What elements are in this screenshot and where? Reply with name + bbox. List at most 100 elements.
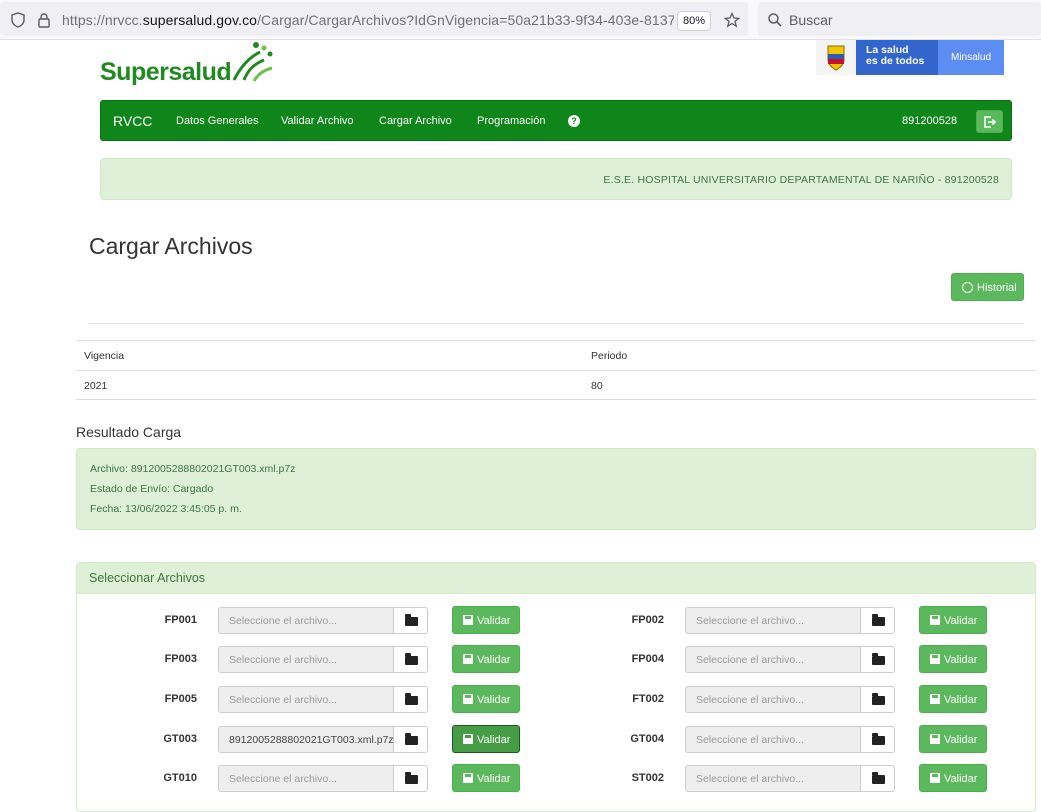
validar-button-gt004[interactable]: Validar [919, 725, 987, 753]
file-input-ft002[interactable]: Seleccione el archivo... [685, 686, 861, 713]
validar-button-gt010[interactable]: Validar [452, 764, 520, 792]
divider [89, 323, 1024, 324]
save-icon [463, 734, 473, 744]
result-alert: Archivo: 8912005288802021GT003.xml.p7z E… [76, 448, 1036, 530]
file-input-gt010[interactable]: Seleccione el archivo... [218, 765, 394, 792]
table-header-vigencia: Vigencia [84, 350, 125, 362]
file-input-gt003[interactable]: 8912005288802021GT003.xml.p7z [218, 726, 394, 753]
nav-item-datos-generales[interactable]: Datos Generales [176, 115, 259, 127]
browse-button-fp005[interactable] [393, 686, 428, 713]
logout-button[interactable] [976, 110, 1003, 133]
validar-label: Validar [477, 615, 511, 627]
table-cell-periodo: 80 [591, 380, 603, 392]
validar-label: Validar [944, 654, 978, 666]
file-label-fp003: FP003 [164, 653, 197, 665]
validar-label: Validar [944, 773, 978, 785]
panel-header: Seleccionar Archivos [77, 563, 1035, 594]
validar-button-fp005[interactable]: Validar [452, 685, 520, 713]
address-bar[interactable]: https://nrvcc.supersalud.gov.co/Cargar/C… [0, 2, 748, 36]
result-archivo: Archivo: 8912005288802021GT003.xml.p7z [90, 463, 296, 475]
validar-button-gt003[interactable]: Validar [452, 725, 520, 753]
nav-item-cargar-archivo[interactable]: Cargar Archivo [379, 115, 452, 127]
folder-open-icon [405, 693, 418, 705]
browse-button-fp001[interactable] [393, 607, 428, 634]
file-label-gt003: GT003 [163, 733, 197, 745]
lock-icon[interactable] [36, 12, 52, 28]
help-icon[interactable]: ? [568, 115, 580, 127]
save-icon [463, 773, 473, 783]
page-title: Cargar Archivos [89, 233, 253, 259]
validar-label: Validar [477, 654, 511, 666]
folder-open-icon [872, 772, 885, 784]
file-label-ft002: FT002 [632, 693, 664, 705]
validar-button-ft002[interactable]: Validar [919, 685, 987, 713]
file-input-fp004[interactable]: Seleccione el archivo... [685, 646, 861, 673]
browse-button-st002[interactable] [860, 765, 895, 792]
file-label-gt010: GT010 [163, 772, 197, 784]
browse-button-fp004[interactable] [860, 646, 895, 673]
validar-button-st002[interactable]: Validar [919, 764, 987, 792]
save-icon [930, 773, 940, 783]
folder-open-icon [405, 614, 418, 626]
folder-open-icon [872, 733, 885, 745]
file-label-fp004: FP004 [631, 653, 664, 665]
logout-icon [984, 116, 996, 128]
gov-co-banner[interactable]: La salud es de todos Minsalud [816, 40, 1004, 75]
folder-open-icon [405, 772, 418, 784]
browse-button-fp003[interactable] [393, 646, 428, 673]
validar-label: Validar [477, 734, 511, 746]
url-text[interactable]: https://nrvcc.supersalud.gov.co/Cargar/C… [62, 12, 674, 28]
table-cell-vigencia: 2021 [84, 380, 108, 392]
historial-label: Historial [977, 282, 1017, 294]
browse-button-fp002[interactable] [860, 607, 895, 634]
entity-alert: E.S.E. HOSPITAL UNIVERSITARIO DEPARTAMEN… [100, 158, 1012, 200]
star-icon[interactable] [724, 12, 740, 28]
browse-button-gt004[interactable] [860, 726, 895, 753]
search-icon [768, 13, 782, 27]
validar-button-fp002[interactable]: Validar [919, 606, 987, 634]
validar-button-fp003[interactable]: Validar [452, 645, 520, 673]
browser-toolbar: https://nrvcc.supersalud.gov.co/Cargar/C… [0, 0, 1041, 40]
nav-brand[interactable]: RVCC [113, 113, 152, 129]
save-icon [463, 654, 473, 664]
logo-leaf-icon [232, 42, 273, 82]
file-label-fp005: FP005 [164, 693, 197, 705]
file-label-gt004: GT004 [630, 733, 664, 745]
validar-label: Validar [477, 694, 511, 706]
folder-open-icon [872, 614, 885, 626]
validar-label: Validar [944, 615, 978, 627]
browse-button-gt010[interactable] [393, 765, 428, 792]
save-icon [930, 615, 940, 625]
result-section-title: Resultado Carga [76, 424, 182, 440]
browse-button-gt003[interactable] [393, 726, 428, 753]
validar-label: Validar [477, 773, 511, 785]
validar-button-fp004[interactable]: Validar [919, 645, 987, 673]
shield-icon[interactable] [10, 12, 26, 28]
table-border [76, 370, 1036, 371]
nav-item-validar-archivo[interactable]: Validar Archivo [281, 115, 354, 127]
gov-slogan-line2: es de todos [866, 55, 925, 67]
file-input-st002[interactable]: Seleccione el archivo... [685, 765, 861, 792]
save-icon [930, 734, 940, 744]
nav-item-programacion[interactable]: Programación [477, 115, 545, 127]
supersalud-logo[interactable]: Supersalud [100, 40, 275, 86]
clock-icon [962, 282, 973, 293]
result-fecha: Fecha: 13/06/2022 3:45:05 p. m. [90, 503, 242, 515]
file-input-fp005[interactable]: Seleccione el archivo... [218, 686, 394, 713]
file-input-fp003[interactable]: Seleccione el archivo... [218, 646, 394, 673]
validar-button-fp001[interactable]: Validar [452, 606, 520, 634]
file-input-gt004[interactable]: Seleccione el archivo... [685, 726, 861, 753]
nav-user-nit[interactable]: 891200528 [902, 115, 957, 127]
historial-button[interactable]: Historial [951, 273, 1024, 301]
file-input-fp002[interactable]: Seleccione el archivo... [685, 607, 861, 634]
table-header-periodo: Periodo [591, 350, 628, 362]
browser-search-box[interactable]: Buscar [758, 2, 1041, 36]
gov-slogan: La salud es de todos [856, 40, 938, 75]
zoom-level[interactable]: 80% [677, 11, 711, 31]
result-estado: Estado de Envío: Cargado [90, 483, 214, 495]
browse-button-ft002[interactable] [860, 686, 895, 713]
file-input-fp001[interactable]: Seleccione el archivo... [218, 607, 394, 634]
file-label-fp001: FP001 [164, 614, 197, 626]
save-icon [930, 654, 940, 664]
colombia-shield-icon [816, 40, 856, 75]
